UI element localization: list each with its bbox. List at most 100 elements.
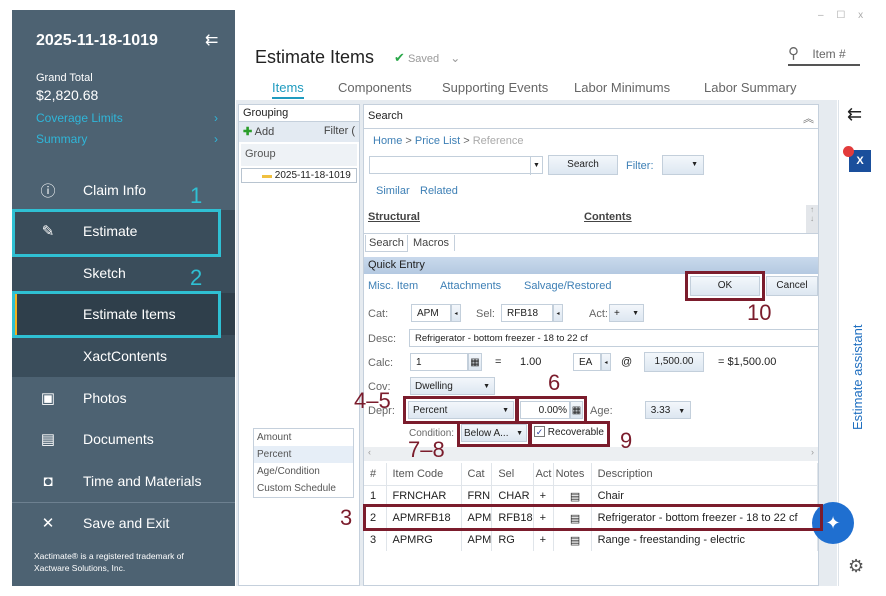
annotation-box bbox=[457, 421, 531, 447]
cat-picker-button[interactable]: ◂ bbox=[451, 304, 461, 322]
calculator-icon[interactable]: ▦ bbox=[468, 353, 482, 371]
notes-icon[interactable]: ▤ bbox=[553, 529, 592, 551]
plus-icon: ✚ bbox=[243, 126, 253, 138]
at-sign: @ bbox=[621, 356, 633, 368]
info-icon: ⓘ bbox=[40, 182, 56, 200]
unit-picker-button[interactable]: ◂ bbox=[601, 353, 611, 371]
tab-items[interactable]: Items bbox=[272, 80, 304, 99]
depreciation-type-list[interactable]: Amount Percent Age/Condition Custom Sche… bbox=[253, 428, 354, 498]
tab-labor-minimums[interactable]: Labor Minimums bbox=[574, 80, 670, 95]
annotation-number: 10 bbox=[747, 300, 772, 325]
coverage-dropdown[interactable]: Dwelling ▼ bbox=[410, 377, 495, 395]
search-icon: ⚲ bbox=[788, 45, 799, 62]
category-scrollbar[interactable]: ↑ ↓ bbox=[806, 205, 818, 233]
annotation-box bbox=[403, 396, 518, 424]
calc-input[interactable]: 1 bbox=[410, 353, 468, 371]
trademark-footer: Xactimate® is a registered trademark of … bbox=[34, 551, 184, 573]
coverage-limits-link[interactable]: Coverage Limits › bbox=[36, 111, 218, 125]
group-item[interactable]: ▬ 2025-11-18-1019 bbox=[241, 168, 357, 183]
search-button[interactable]: Search bbox=[548, 155, 618, 175]
table-row[interactable]: 3 APMRG APM RG + ▤ Range - freestanding - elec… bbox=[364, 529, 819, 551]
summary-link[interactable]: Summary › bbox=[36, 132, 218, 146]
line-total: = $1,500.00 bbox=[718, 356, 777, 368]
option-amount[interactable]: Amount bbox=[254, 429, 353, 446]
annotation-number: 2 bbox=[190, 265, 203, 290]
nav-save-exit[interactable]: ✕ Save and Exit bbox=[12, 502, 235, 544]
nav-photos[interactable]: ▣ Photos bbox=[12, 377, 235, 419]
cell: + bbox=[533, 529, 554, 551]
sel-input[interactable]: RFB18 bbox=[501, 304, 553, 322]
calc-label: Calc: bbox=[368, 357, 394, 369]
tab-supporting-events[interactable]: Supporting Events bbox=[442, 80, 548, 95]
option-custom-schedule[interactable]: Custom Schedule bbox=[254, 480, 353, 497]
claim-id: 2025-11-18-1019 bbox=[36, 32, 158, 49]
gear-icon[interactable]: ⚙ bbox=[848, 556, 864, 577]
breadcrumb-home[interactable]: Home bbox=[373, 135, 402, 147]
salvage-link[interactable]: Salvage/Restored bbox=[524, 280, 611, 292]
sel-picker-button[interactable]: ◂ bbox=[553, 304, 563, 322]
breadcrumb-price-list[interactable]: Price List bbox=[415, 135, 460, 147]
similar-link[interactable]: Similar bbox=[376, 185, 410, 197]
breadcrumb-reference: Reference bbox=[472, 135, 524, 147]
unit-price-input[interactable]: 1,500.00 bbox=[644, 352, 704, 372]
add-group-button[interactable]: ✚ Add bbox=[243, 126, 274, 138]
cat-input[interactable]: APM bbox=[411, 304, 451, 322]
related-link[interactable]: Related bbox=[420, 185, 458, 197]
equals-sign: = bbox=[495, 356, 502, 368]
annotation-number: 3 bbox=[340, 505, 353, 530]
cell: 3 bbox=[364, 529, 387, 551]
category-structural[interactable]: Structural bbox=[368, 211, 420, 223]
tab-macros[interactable]: Macros bbox=[408, 235, 456, 251]
column-header[interactable]: Item Code bbox=[386, 463, 462, 485]
act-label: Act: bbox=[589, 308, 608, 320]
column-header[interactable]: # bbox=[364, 463, 387, 485]
annotation-box bbox=[685, 271, 765, 301]
annotation-number: 1 bbox=[190, 183, 203, 208]
cell: RG bbox=[491, 529, 534, 551]
collapse-panel-icon[interactable]: ⇇ bbox=[847, 104, 862, 125]
nav-documents[interactable]: ▤ Documents bbox=[12, 418, 235, 460]
unit-input[interactable]: EA bbox=[573, 353, 601, 371]
check-icon: ✔ bbox=[394, 50, 405, 65]
age-dropdown[interactable]: 3.33 ▼ bbox=[645, 401, 691, 419]
cell: APM bbox=[461, 529, 493, 551]
column-header[interactable]: Sel bbox=[491, 463, 534, 485]
tab-search[interactable]: Search bbox=[365, 235, 408, 252]
cell: Range - freestanding - electric bbox=[591, 529, 819, 551]
window-controls[interactable]: – ☐ x bbox=[818, 10, 863, 21]
tab-labor-summary[interactable]: Labor Summary bbox=[704, 80, 796, 95]
annotation-box bbox=[12, 291, 221, 338]
attachments-link[interactable]: Attachments bbox=[440, 280, 501, 292]
nav-time-materials[interactable]: ◘ Time and Materials bbox=[12, 460, 235, 502]
item-search-input[interactable]: ⚲ Item # bbox=[788, 44, 860, 66]
notification-dot bbox=[843, 146, 854, 157]
cat-label: Cat: bbox=[368, 308, 389, 320]
column-header[interactable]: Description bbox=[591, 463, 819, 485]
age-label: Age: bbox=[590, 405, 613, 417]
folder-icon: ▬ bbox=[262, 170, 272, 181]
sel-label: Sel: bbox=[476, 308, 495, 320]
annotation-box bbox=[363, 504, 823, 531]
filter-button[interactable]: Filter ( bbox=[324, 125, 355, 137]
annotation-box bbox=[516, 396, 587, 424]
option-percent[interactable]: Percent bbox=[254, 446, 353, 463]
column-header[interactable]: Notes bbox=[553, 463, 592, 485]
briefcase-icon: ◘ bbox=[43, 472, 53, 490]
nav-xactcontents[interactable]: XactContents bbox=[12, 335, 235, 377]
column-header[interactable]: Act bbox=[533, 463, 554, 485]
filter-dropdown[interactable]: ▼ bbox=[662, 155, 704, 175]
collapse-icon[interactable]: ︽ bbox=[803, 110, 814, 126]
category-contents[interactable]: Contents bbox=[584, 211, 632, 223]
search-input[interactable]: ▼ bbox=[369, 156, 543, 175]
cancel-button[interactable]: Cancel bbox=[766, 276, 818, 296]
column-header[interactable]: Cat bbox=[461, 463, 493, 485]
desc-input[interactable]: Refrigerator - bottom freezer - 18 to 22… bbox=[409, 329, 819, 347]
misc-item-link[interactable]: Misc. Item bbox=[368, 280, 418, 292]
saved-status[interactable]: ✔ Saved ⌄ bbox=[394, 50, 460, 66]
group-column-header: Group bbox=[241, 144, 357, 166]
act-dropdown[interactable]: + ▼ bbox=[609, 304, 644, 322]
tab-components[interactable]: Components bbox=[338, 80, 412, 95]
estimate-assistant-label[interactable]: Estimate assistant bbox=[850, 325, 865, 431]
collapse-sidebar-icon[interactable]: ⇇ bbox=[205, 30, 218, 50]
option-age-condition[interactable]: Age/Condition bbox=[254, 463, 353, 480]
